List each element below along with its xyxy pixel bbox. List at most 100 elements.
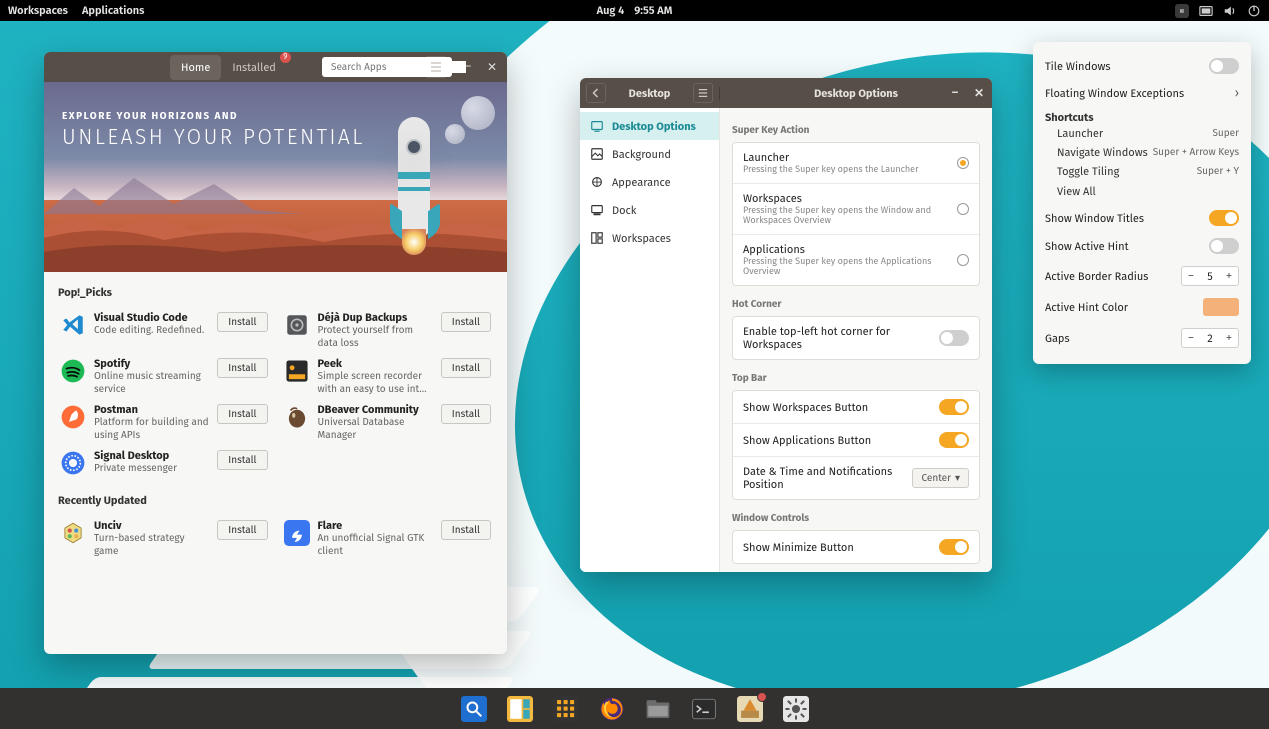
tab-installed-label: Installed	[232, 61, 276, 74]
settings-minimize-button[interactable]: –	[946, 84, 964, 102]
app-name: Spotify	[94, 357, 209, 370]
install-button[interactable]: Install	[217, 312, 267, 332]
section-picks-title: Pop!_Picks	[58, 286, 507, 299]
app-name: Postman	[94, 403, 209, 416]
shortcut-keys: Super + Arrow Keys	[1153, 146, 1239, 159]
install-button[interactable]: Install	[217, 450, 267, 470]
chevron-down-icon: ▾	[955, 472, 960, 484]
install-button[interactable]: Install	[441, 404, 491, 424]
sidebar-item-desktop-options[interactable]: Desktop Options	[580, 112, 719, 140]
top-bar: Workspaces Applications Aug 4 9:55 AM	[0, 0, 1269, 21]
app-name: Signal Desktop	[94, 449, 209, 462]
superkey-option-sub: Pressing the Super key opens the Launche…	[743, 165, 957, 175]
border-radius-stepper[interactable]: − 5 +	[1181, 266, 1239, 286]
app-name: Peek	[318, 357, 433, 370]
settings-menu-button[interactable]	[693, 83, 713, 103]
app-name: Unciv	[94, 519, 209, 532]
floating-exceptions-row[interactable]: Floating Window Exceptions ›	[1045, 80, 1239, 107]
show-hint-switch[interactable]	[1209, 238, 1239, 254]
power-icon[interactable]	[1247, 4, 1261, 18]
update-badge-icon	[757, 692, 767, 702]
popshop-menu-button[interactable]	[425, 56, 447, 78]
border-radius-decrease[interactable]: −	[1182, 267, 1200, 285]
app-icon	[60, 450, 86, 476]
topbar-time[interactable]: 9:55 AM	[634, 4, 672, 17]
superkey-radio[interactable]	[957, 203, 969, 215]
settings-titlebar: Desktop Desktop Options – ✕	[580, 78, 992, 108]
app-card[interactable]: FlareAn unofficial Signal GTK clientInst…	[276, 515, 500, 561]
shortcut-row: Navigate Windows Super + Arrow Keys	[1045, 143, 1239, 162]
dock-settings[interactable]	[782, 695, 810, 723]
close-button[interactable]: ✕	[483, 58, 501, 76]
dock-files[interactable]	[644, 695, 672, 723]
app-card[interactable]: Signal DesktopPrivate messengerInstall	[52, 445, 276, 480]
app-desc: Simple screen recorder with an easy to u…	[318, 370, 433, 395]
sound-icon[interactable]	[1223, 4, 1237, 18]
border-radius-increase[interactable]: +	[1220, 267, 1238, 285]
superkey-option-label: Workspaces	[743, 192, 957, 205]
install-button[interactable]: Install	[441, 358, 491, 378]
dock-apps[interactable]	[552, 695, 580, 723]
dock-firefox[interactable]	[598, 695, 626, 723]
app-card[interactable]: Visual Studio CodeCode editing. Redefine…	[52, 307, 276, 353]
superkey-radio[interactable]	[957, 254, 969, 266]
back-button[interactable]	[586, 83, 606, 103]
app-card[interactable]: DBeaver CommunityUniversal Database Mana…	[276, 399, 500, 445]
sidebar-item-appearance[interactable]: Appearance	[580, 168, 719, 196]
gaps-decrease[interactable]: −	[1182, 329, 1200, 347]
applications-menu[interactable]: Applications	[82, 4, 144, 17]
install-button[interactable]: Install	[217, 358, 267, 378]
bottom-dock	[0, 688, 1269, 729]
popshop-banner[interactable]: EXPLORE YOUR HORIZONS AND UNLEASH YOUR P…	[44, 82, 507, 272]
dock-icon	[590, 203, 604, 217]
install-button[interactable]: Install	[441, 520, 491, 540]
topbar-date[interactable]: Aug 4	[597, 4, 625, 17]
section-recent-title: Recently Updated	[58, 494, 507, 507]
superkey-radio[interactable]	[957, 157, 969, 169]
show-applications-switch[interactable]	[939, 432, 969, 448]
gaps-increase[interactable]: +	[1220, 329, 1238, 347]
app-card[interactable]: PostmanPlatform for building and using A…	[52, 399, 276, 445]
install-button[interactable]: Install	[441, 312, 491, 332]
workspaces-menu[interactable]: Workspaces	[8, 4, 68, 17]
install-button[interactable]: Install	[217, 404, 267, 424]
show-applications-label: Show Applications Button	[743, 434, 939, 447]
app-card[interactable]: PeekSimple screen recorder with an easy …	[276, 353, 500, 399]
settings-close-button[interactable]: ✕	[970, 84, 988, 102]
shortcut-name: Navigate Windows	[1057, 146, 1148, 159]
tiling-indicator-icon[interactable]	[1175, 4, 1189, 18]
show-workspaces-switch[interactable]	[939, 399, 969, 415]
popshop-window: Home Installed 9 – ✕ EXPLORE YOUR HORIZO…	[44, 52, 507, 654]
sidebar-item-dock[interactable]: Dock	[580, 196, 719, 224]
rocket-icon	[384, 117, 444, 272]
hint-color-swatch[interactable]	[1203, 298, 1239, 316]
border-radius-value: 5	[1200, 270, 1220, 283]
app-card[interactable]: UncivTurn-based strategy gameInstall	[52, 515, 276, 561]
datetime-position-select[interactable]: Center▾	[912, 468, 969, 488]
dock-workspaces[interactable]	[506, 695, 534, 723]
hotcorner-switch[interactable]	[939, 330, 969, 346]
tile-windows-label: Tile Windows	[1045, 60, 1111, 73]
background-icon	[590, 147, 604, 161]
tile-windows-switch[interactable]	[1209, 58, 1239, 74]
network-icon[interactable]	[1199, 4, 1213, 18]
sidebar-item-background[interactable]: Background	[580, 140, 719, 168]
shortcut-name: Launcher	[1057, 127, 1103, 140]
dock-search[interactable]	[460, 695, 488, 723]
dock-terminal[interactable]	[690, 695, 718, 723]
view-all-shortcuts[interactable]: View All	[1045, 181, 1239, 204]
app-icon	[284, 404, 310, 430]
tab-installed[interactable]: Installed 9	[221, 55, 287, 80]
tab-home[interactable]: Home	[170, 55, 221, 80]
install-button[interactable]: Install	[217, 520, 267, 540]
superkey-option-label: Applications	[743, 243, 957, 256]
show-minimize-switch[interactable]	[939, 539, 969, 555]
show-titles-switch[interactable]	[1209, 210, 1239, 226]
app-card[interactable]: Déjà Dup BackupsProtect yourself from da…	[276, 307, 500, 353]
dock-updater[interactable]	[736, 695, 764, 723]
gaps-stepper[interactable]: − 2 +	[1181, 328, 1239, 348]
settings-sidebar: Desktop OptionsBackgroundAppearanceDockW…	[580, 108, 720, 572]
app-desc: Protect yourself from data loss	[318, 324, 433, 349]
sidebar-item-workspaces[interactable]: Workspaces	[580, 224, 719, 252]
app-card[interactable]: SpotifyOnline music streaming serviceIns…	[52, 353, 276, 399]
